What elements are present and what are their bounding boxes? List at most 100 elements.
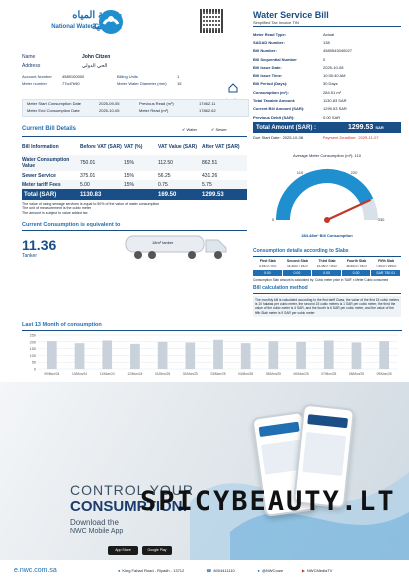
- history-bar: [213, 339, 223, 369]
- deadline-label: Payment Deadline:: [322, 135, 357, 141]
- bill-subtitle: Simplified Tax Invoice TIN: [253, 20, 299, 25]
- diameter-value: 15: [177, 81, 182, 86]
- details-row: Sewer Service 375.01 15% 56.25 431.26: [22, 171, 247, 180]
- history-bar: [379, 341, 389, 369]
- diameter-label: Meter Water Diameter (mm): [117, 81, 167, 86]
- col-header: VAT (%): [124, 144, 143, 150]
- bill-title: Water Service Bill: [253, 10, 329, 20]
- x-tick-label: 05/Mon/25: [266, 372, 281, 376]
- history-bar: [130, 343, 140, 369]
- consumption-gauge: 0 110 220 330: [272, 169, 385, 223]
- gauge-panel: Average Meter Consumption (m³): 110 0 110…: [253, 150, 401, 240]
- bill-info-row: Consumption (m³): 284.51 m³: [253, 88, 401, 96]
- bill-info-row: Bill Sequential Number 0: [253, 55, 401, 63]
- bill-info-label: Bill Number:: [253, 48, 277, 54]
- history-bar: [74, 343, 85, 369]
- meter-label: Meter number: [22, 81, 47, 86]
- nwc-logo-icon: [98, 9, 124, 35]
- details-cell: Meter tariff Fees: [22, 181, 61, 188]
- divider: [22, 330, 402, 331]
- tanker-truck-icon: 18m³ tanker: [122, 232, 232, 262]
- promo-banner: CONTROL YOUR CONSUMPTION! Download the N…: [0, 382, 409, 560]
- history-bar: [47, 341, 57, 369]
- slab-header: Third Slab: [318, 259, 336, 263]
- account-info: Account Number 4589100000 Billing Units …: [22, 74, 232, 88]
- prev-read-label: Previous Read (m³): [139, 101, 174, 106]
- history-bar: [240, 343, 251, 369]
- check-icon: ✔: [182, 126, 186, 132]
- bill-info-value: 2025-10-08: [323, 64, 344, 70]
- history-bar: [268, 341, 279, 369]
- sewer-tag-label: Sewer: [215, 126, 227, 132]
- details-cell: 15%: [124, 181, 135, 188]
- slabs-title: Consumption details according to Slabs: [253, 248, 349, 254]
- account-label: Account Number: [22, 74, 52, 79]
- y-tick-label: 200: [30, 340, 36, 344]
- footer-site-link[interactable]: e.nwc.com.sa: [14, 567, 118, 574]
- gauge-tick-label: 110: [297, 170, 304, 175]
- slabs-section: Consumption details according to Slabs F…: [253, 248, 401, 317]
- history-bar: [157, 341, 168, 369]
- y-tick-label: 50: [32, 361, 36, 365]
- x-tick-label: 09/Mon/25: [377, 372, 392, 376]
- x-tick-label: 10/Mon/24: [72, 372, 87, 376]
- curr-read-value: 17862.62: [199, 108, 216, 113]
- bill-info-panel: Meter Read Type: Actual SADAD Number: 138 Bi…: [253, 30, 401, 140]
- start-date: 2025-09-05: [99, 101, 120, 106]
- slab-range: 16-30m³ / 15m³: [287, 264, 308, 268]
- total-amount-bar: Total Amount (SAR) : 1299.53 SAR: [253, 122, 401, 134]
- slab-header: Fifth Slab: [378, 259, 395, 263]
- bill-info-row: Bill Period (Days): 30 Days: [253, 80, 401, 88]
- x-tick-label: 08/Mon/25: [349, 372, 364, 376]
- slab-range: > 60m³ / 239m³: [375, 264, 397, 268]
- bill-info-row: Current Bill Amount (SAR): 1299.53 SAR: [253, 105, 401, 113]
- gauge-arc: [360, 198, 378, 221]
- slab-range: 0-15m³ / 0m³: [259, 264, 277, 268]
- history-title: Last 13 Month of consumption: [22, 322, 102, 328]
- account-value: 4589100000: [62, 74, 85, 79]
- col-header: Before VAT (SAR): [80, 144, 122, 150]
- end-date: 2025-10-05: [99, 108, 120, 113]
- tanker-title: Current Consumption is equivalent to: [22, 222, 121, 228]
- footer-twitter[interactable]: @NWCcare: [262, 568, 302, 573]
- bill-info-value: 138: [323, 39, 330, 45]
- details-row: Meter tariff Fees 5.00 15% 0.75 5.75: [22, 180, 247, 189]
- total-cell: [124, 189, 158, 200]
- y-tick-label: 0: [34, 368, 36, 372]
- footer-address: King Fahad Road - Riyadh - 13712: [122, 567, 185, 573]
- total-cell: 169.50: [158, 191, 177, 198]
- bill-info-value: 1299.53 SAR: [323, 106, 347, 112]
- gauge-arc: [276, 169, 374, 221]
- bill-info-label: Previous Debit (SAR):: [253, 114, 295, 120]
- due-label: Due Start Date:: [253, 135, 281, 141]
- meter-value: 77cd7b90: [62, 81, 80, 86]
- name-label: Name: [22, 54, 36, 60]
- readings-bar: Meter Start Consumption Date 2025-09-05 …: [22, 99, 249, 117]
- history-bar: [296, 341, 306, 369]
- bill-info-label: Current Bill Amount (SAR):: [253, 106, 305, 112]
- prev-read-value: 17462.11: [199, 101, 216, 106]
- bill-info-row: Total Taxable Amount: 1130.83 SAR: [253, 96, 401, 104]
- history-chart: 250 200 150 100 50 0 09/Mon/24 10/Mon/24 11/Mon/…: [30, 334, 398, 376]
- slab-header: Second Slab: [286, 259, 308, 263]
- footer: e.nwc.com.sa ● King Fahad Road - Riyadh …: [14, 564, 404, 576]
- details-cell: 56.25: [158, 172, 171, 179]
- app-store-button[interactable]: App Store: [108, 546, 138, 555]
- details-table: Bill Information Before VAT (SAR) VAT (%…: [22, 139, 247, 200]
- details-cell: 5.00: [80, 181, 90, 188]
- slab-range: 31-45m³ / 15m³: [316, 264, 338, 268]
- water-tag: ✔ Water: [182, 127, 197, 132]
- x-tick-label: 06/Mon/25: [294, 372, 309, 376]
- history-bar: [185, 342, 196, 369]
- footer-media[interactable]: NWCMediaTV: [307, 568, 333, 573]
- due-value: 2025-10-08: [282, 135, 304, 141]
- details-cell: 0.75: [158, 181, 168, 188]
- bill-info-value: Actual: [323, 31, 335, 37]
- divider: [22, 230, 247, 231]
- phone-icon: ☎: [206, 567, 212, 573]
- bill-info-label: SADAD Number:: [253, 39, 285, 45]
- divider: [253, 293, 401, 294]
- slab-range: 46-60m³ / 15m³: [346, 264, 367, 268]
- bill-info-value: 284.51 m³: [323, 89, 342, 95]
- google-play-button[interactable]: Google Play: [142, 546, 172, 555]
